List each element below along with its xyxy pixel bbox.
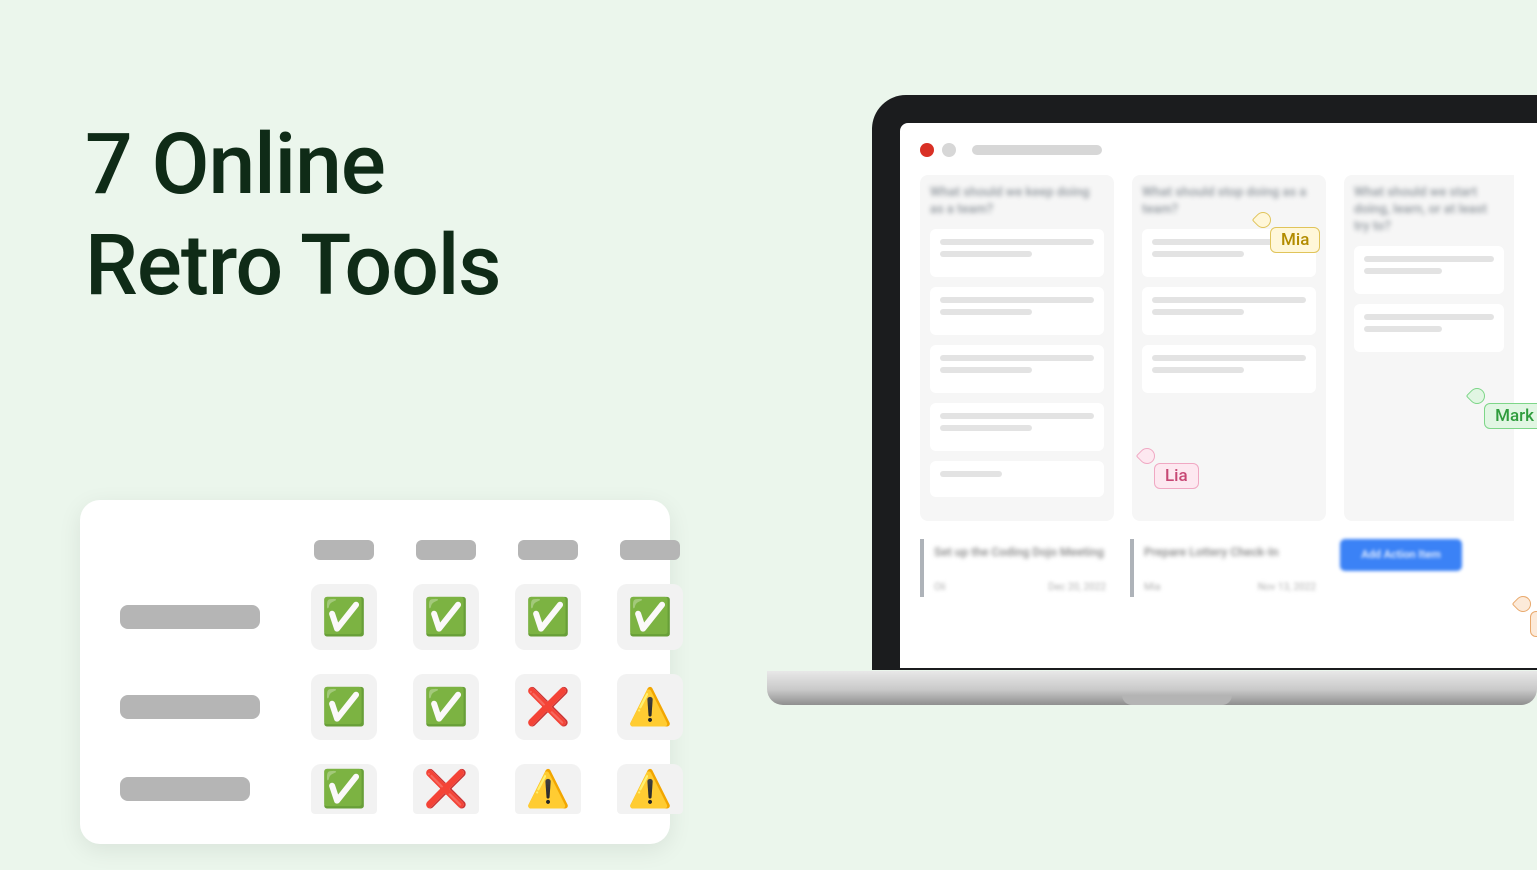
row-label [120,695,260,719]
cell-check: ✅ [515,584,581,650]
cell-cross: ❌ [515,674,581,740]
cursor-mark: Mark [1484,403,1537,429]
row-label [120,605,260,629]
add-action-button[interactable]: Add Action Item [1340,539,1462,571]
column-title: What should we start doing, learn, or at… [1354,185,1504,236]
cell-warn: ⚠️ [617,764,683,814]
title-bar-placeholder [972,145,1102,155]
cell-check: ✅ [617,584,683,650]
retro-card[interactable] [930,287,1104,335]
col-header [416,540,476,560]
action-item[interactable]: Prepare Lottery Check-In MiaNov 13, 2022 [1130,539,1326,597]
col-header [314,540,374,560]
cursor-lia: Lia [1154,463,1199,489]
laptop-notch [1122,695,1232,705]
cursor-mia: Mia [1270,227,1320,253]
row-label [120,777,250,801]
comparison-card: ✅ ✅ ✅ ✅ ✅ ✅ ❌ ⚠️ ✅ ❌ ⚠️ ⚠️ [80,500,670,844]
retro-card[interactable] [930,461,1104,497]
cell-cross: ❌ [413,764,479,814]
cell-check: ✅ [311,764,377,814]
close-dot-icon[interactable] [920,143,934,157]
retro-card[interactable] [930,229,1104,277]
col-header [620,540,680,560]
retro-card[interactable] [930,403,1104,451]
minimize-dot-icon[interactable] [942,143,956,157]
retro-card[interactable] [1142,287,1316,335]
cell-check: ✅ [311,584,377,650]
laptop-mockup: What should we keep doing as a team? Wha… [767,95,1537,715]
col-header [518,540,578,560]
cell-check: ✅ [311,674,377,740]
retro-card[interactable] [1354,246,1504,294]
column-title: What should we keep doing as a team? [930,185,1104,219]
page-title: 7 Online Retro Tools [85,115,501,317]
board-column[interactable]: What should we start doing, learn, or at… [1344,175,1514,521]
app-screen: What should we keep doing as a team? Wha… [900,123,1537,668]
cursor-jack: Jack [1530,611,1537,637]
cell-warn: ⚠️ [515,764,581,814]
column-title: What should stop doing as a team? [1142,185,1316,219]
retro-card[interactable] [1354,304,1504,352]
window-controls [920,143,1537,157]
action-item[interactable]: Set up the Coding Dojo Meeting OliDec 20… [920,539,1116,597]
retro-card[interactable] [1142,345,1316,393]
cell-check: ✅ [413,584,479,650]
board-column[interactable]: What should we keep doing as a team? [920,175,1114,521]
cell-warn: ⚠️ [617,674,683,740]
retro-card[interactable] [930,345,1104,393]
cell-check: ✅ [413,674,479,740]
